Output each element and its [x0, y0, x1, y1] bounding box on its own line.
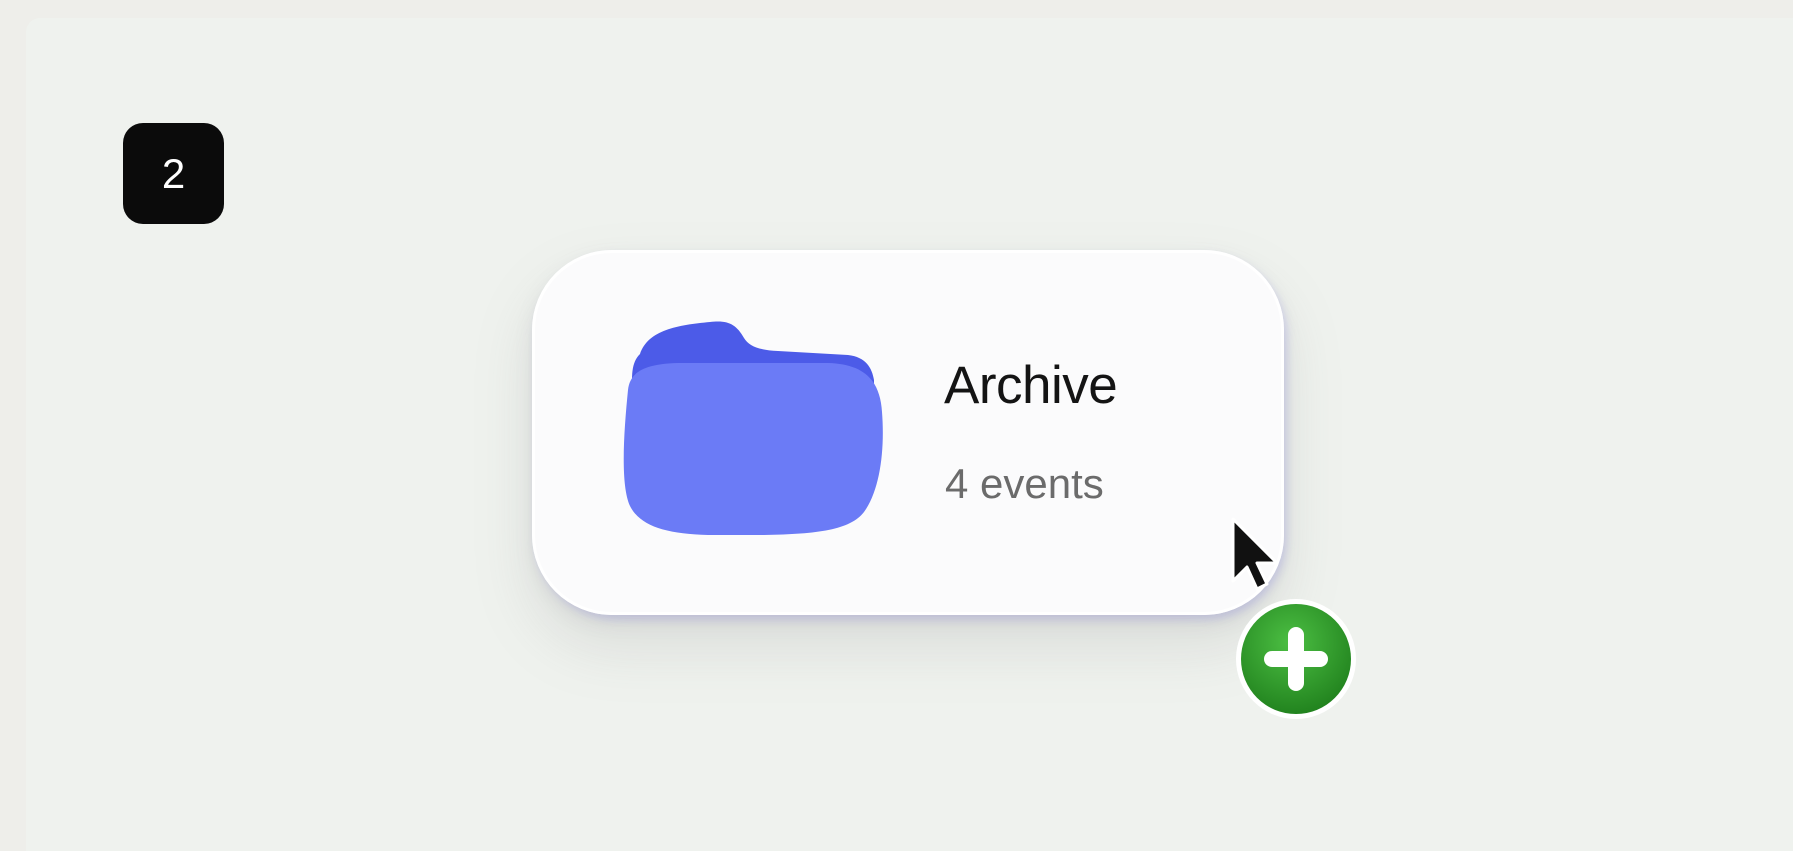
plus-icon — [1236, 599, 1356, 719]
card-subtitle: 4 events — [945, 460, 1104, 507]
step-number-badge: 2 — [123, 123, 224, 224]
card-title: Archive — [944, 356, 1118, 415]
arrow-cursor-icon — [1231, 517, 1279, 591]
folder-icon — [623, 321, 883, 535]
